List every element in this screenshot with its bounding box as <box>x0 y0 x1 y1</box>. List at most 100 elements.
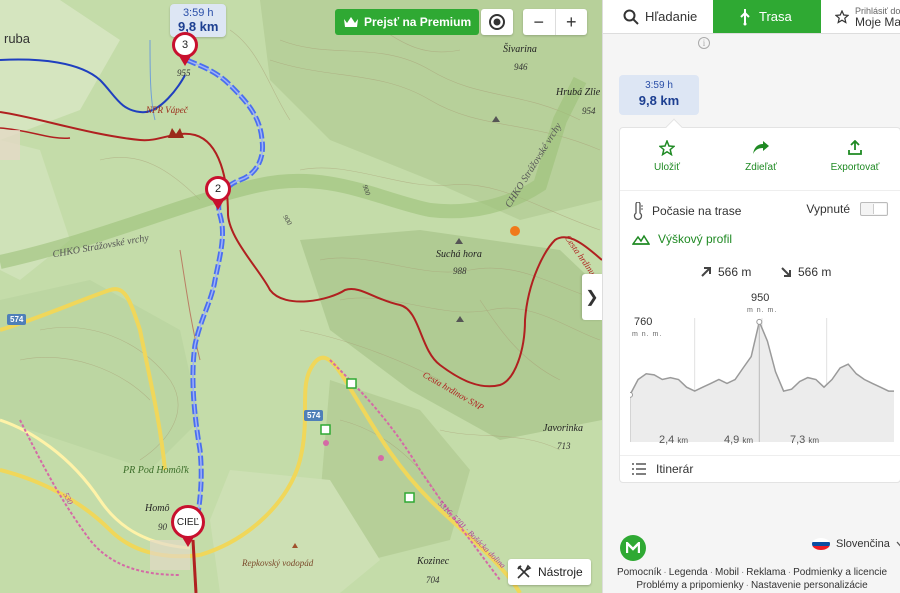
export-label: Exportovať <box>830 162 880 173</box>
peak-vapec-alt: 955 <box>177 68 191 78</box>
peak-kozinec-alt: 704 <box>426 575 440 585</box>
route-tooltip-time: 3:59 h <box>182 7 214 19</box>
peak-homol-alt: 90 <box>158 522 167 532</box>
star-outline-icon <box>835 9 849 24</box>
footer-link-ads[interactable]: Reklama <box>746 567 785 578</box>
route-marker-2[interactable]: 2 <box>205 176 231 210</box>
peak-javorinka-name: Javorinka <box>543 423 583 434</box>
route-icon <box>740 8 750 25</box>
thermometer-icon <box>633 202 643 220</box>
elevation-profile-heading[interactable]: Výškový profil <box>632 232 732 246</box>
slovak-flag-icon <box>812 538 830 550</box>
locate-button[interactable] <box>481 9 513 35</box>
info-icon[interactable]: i <box>698 37 710 49</box>
divider-actions <box>620 190 900 191</box>
peak-javorinka-alt: 713 <box>557 441 571 451</box>
profile-max-unit: m n. m. <box>747 307 778 314</box>
panel-collapse-button[interactable]: ❯ <box>582 274 602 320</box>
language-selector[interactable]: Slovenčina <box>812 538 900 550</box>
profile-area <box>630 321 894 442</box>
route-panel: Hľadanie Trasa Prihlásiť do Moje Ma i 3:… <box>602 0 900 593</box>
place-pr-pod-homolkou: PR Pod Homôľk <box>123 465 189 476</box>
peak-hruba-zlieb-name: Hrubá Zlie <box>556 87 601 98</box>
panel-tabs: Hľadanie Trasa Prihlásiť do Moje Ma <box>603 0 900 34</box>
share-button[interactable]: Zdieľať <box>714 140 808 173</box>
itinerary-label: Itinerár <box>656 462 694 476</box>
road-badge-574-a: 574 <box>7 314 27 325</box>
tab-route[interactable]: Trasa <box>713 0 821 33</box>
tab-search[interactable]: Hľadanie <box>603 0 713 33</box>
place-npr-vapec: NPR Vápeč <box>146 105 188 115</box>
elevation-title: Výškový profil <box>658 232 733 246</box>
profile-max-point <box>756 318 763 325</box>
tools-button[interactable]: Nástroje <box>508 559 591 585</box>
export-icon <box>848 140 862 155</box>
weather-label: Počasie na trase <box>652 204 742 218</box>
ascent-stat: 566 m <box>700 265 751 279</box>
footer-link-mobile[interactable]: Mobil <box>715 567 739 578</box>
card-notch <box>665 118 683 136</box>
place-hruba: ruba <box>4 31 31 46</box>
zoom-in-button[interactable]: + <box>556 9 588 35</box>
footer-link-feedback[interactable]: Problémy a pripomienky <box>636 580 743 591</box>
profile-max-label: 950 <box>751 292 770 304</box>
export-button[interactable]: Exportovať <box>808 140 900 173</box>
profile-tick-2: 4,9 km <box>724 434 753 446</box>
premium-label: Prejsť na Premium <box>364 15 472 29</box>
chevron-right-icon: ❯ <box>585 289 599 306</box>
profile-tick-1-value: 2,4 <box>659 434 675 446</box>
zoom-out-button[interactable]: − <box>523 9 556 35</box>
peak-sivarina-alt: 946 <box>514 62 528 72</box>
route-marker-3[interactable]: 3 <box>172 32 198 66</box>
profile-min-unit: m n. m. <box>632 331 663 338</box>
route-tooltip: 3:59 h 9,8 km <box>170 4 227 37</box>
itinerary-button[interactable]: Itinerár <box>632 462 693 476</box>
tools-icon <box>517 564 532 579</box>
ascent-value: 566 m <box>718 265 752 279</box>
language-label: Slovenčina <box>836 538 890 550</box>
profile-tick-2-unit: km <box>742 436 754 445</box>
zoom-controls: − + <box>523 9 587 35</box>
search-icon <box>623 9 639 25</box>
peak-homol-name: Homô <box>145 503 170 514</box>
login-text: Prihlásiť do Moje Ma <box>855 6 900 28</box>
weather-toggle-label: Vypnuté <box>806 202 850 216</box>
weather-toggle[interactable]: Vypnuté <box>806 202 888 216</box>
premium-button[interactable]: Prejsť na Premium <box>335 9 480 35</box>
tools-label: Nástroje <box>538 565 583 579</box>
divider-itinerary <box>620 455 900 456</box>
tab-login[interactable]: Prihlásiť do Moje Ma <box>821 0 900 33</box>
route-marker-finish[interactable]: CIEĽ <box>171 505 205 547</box>
road-badge-574-b: 574 <box>304 410 324 421</box>
toggle-switch[interactable] <box>860 202 888 216</box>
save-button[interactable]: Uložiť <box>620 140 714 173</box>
profile-tick-3: 7,3 km <box>790 434 819 446</box>
summary-distance: 9,8 km <box>638 93 680 108</box>
star-icon <box>659 140 675 156</box>
app-root: ruba Šivarina 946 Hrubá Zlie 954 955 NPR… <box>0 0 900 593</box>
peak-kozinec-name: Kozinec <box>417 556 450 567</box>
profile-start-point <box>627 391 633 398</box>
map-terrain <box>0 0 602 593</box>
peak-hruba-zlieb-alt: 954 <box>582 106 596 116</box>
elevation-profile-chart[interactable]: 760 m n. m. 950 m n. m. 2,4 km 4,9 km 7,… <box>627 288 894 459</box>
arrow-up-right-icon <box>701 267 711 277</box>
footer-link-personalization[interactable]: Nastavenie personalizácie <box>751 580 868 591</box>
peak-sucha-hora-alt: 988 <box>453 266 467 276</box>
map-view[interactable]: ruba Šivarina 946 Hrubá Zlie 954 955 NPR… <box>0 0 602 593</box>
footer-link-legend[interactable]: Legenda <box>669 567 708 578</box>
profile-tick-1: 2,4 km <box>659 434 688 446</box>
weather-row: Počasie na trase <box>632 202 741 220</box>
summary-time: 3:59 h <box>645 80 673 91</box>
route-actions: Uložiť Zdieľať Exportovať <box>620 140 900 173</box>
mapy-logo[interactable] <box>620 535 646 561</box>
profile-min-label: 760 <box>634 316 653 328</box>
share-icon <box>753 141 769 154</box>
peak-sivarina-name: Šivarina <box>503 44 537 55</box>
tab-route-label: Trasa <box>759 9 792 24</box>
footer-link-terms[interactable]: Podmienky a licencie <box>793 567 887 578</box>
profile-tick-3-value: 7,3 <box>790 434 806 446</box>
place-repkovsky-vodopad: Repkovský vodopád <box>242 558 314 568</box>
route-detail-card: Uložiť Zdieľať Exportovať Počasie na tra… <box>619 118 900 483</box>
footer-link-help[interactable]: Pomocník <box>617 567 661 578</box>
